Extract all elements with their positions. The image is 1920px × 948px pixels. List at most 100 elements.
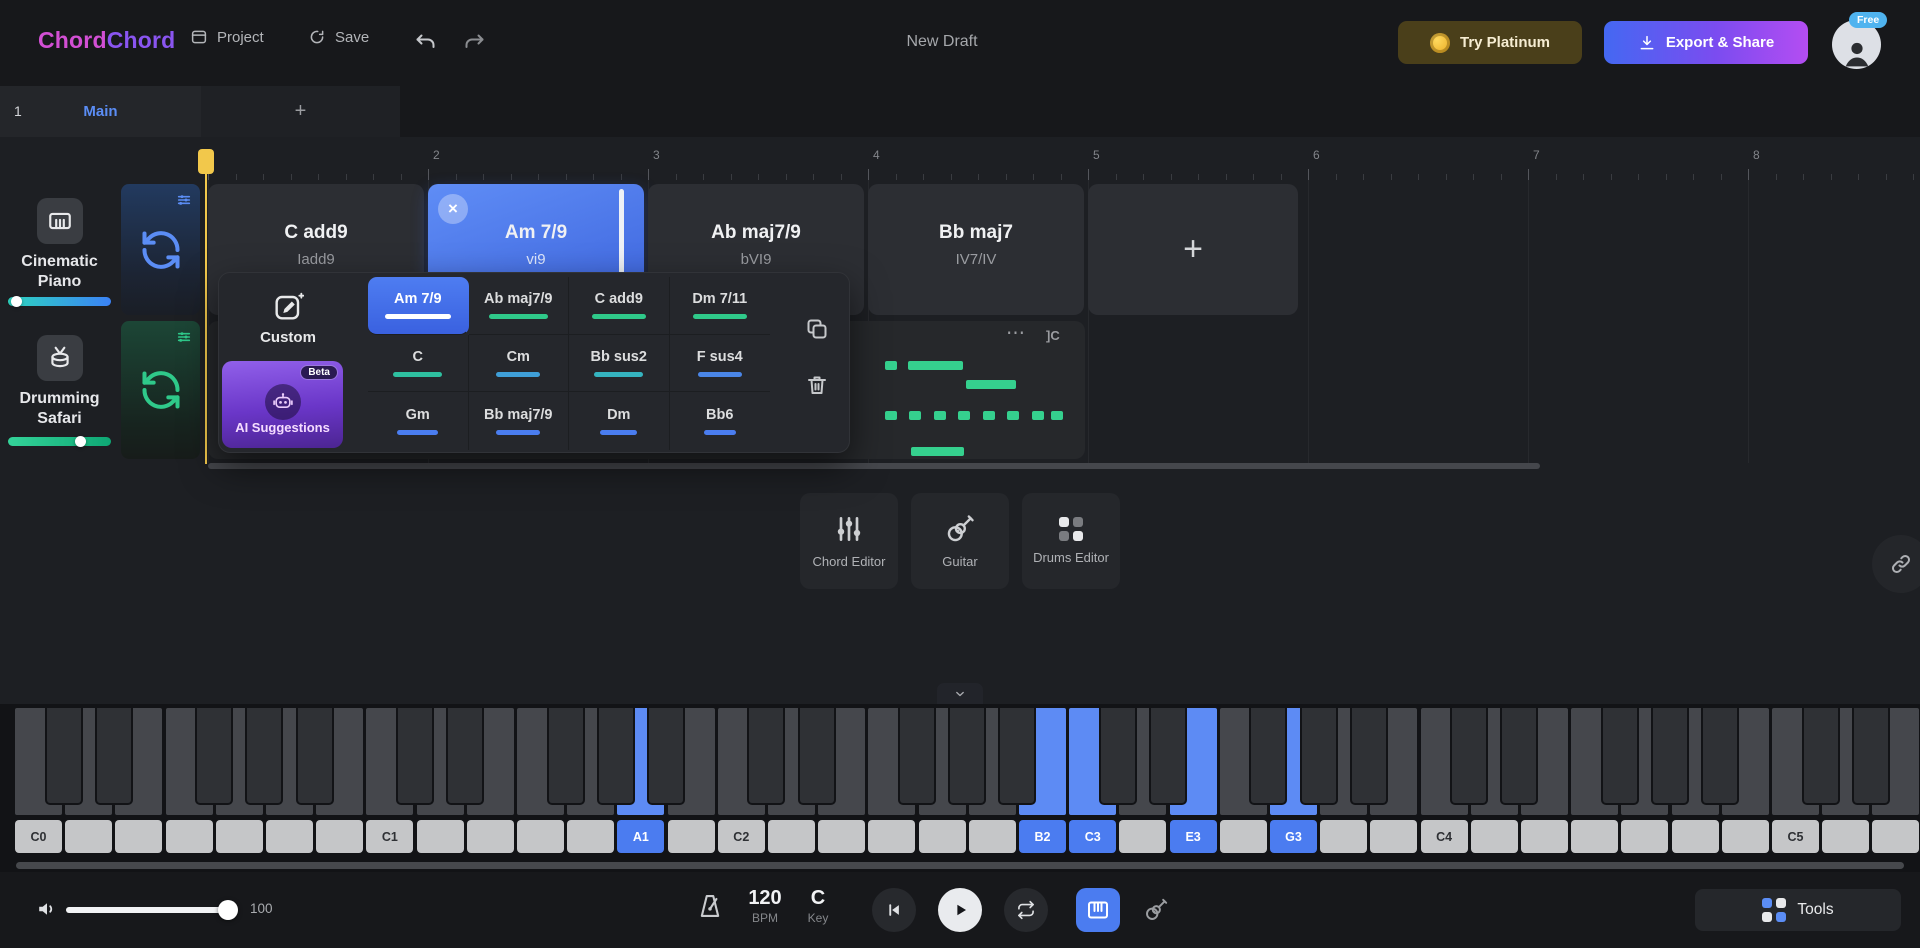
piano-key-A-sharp-3[interactable] <box>1349 708 1388 805</box>
loop-region-icon[interactable]: ]C <box>1046 328 1060 343</box>
share-link-button[interactable] <box>1872 535 1920 593</box>
piano-key-D-sharp-5[interactable] <box>1851 708 1890 805</box>
piano-key-A-sharp-4[interactable] <box>1701 708 1740 805</box>
piano-key-G-sharp-2[interactable] <box>948 708 987 805</box>
skip-to-start-button[interactable] <box>872 888 916 932</box>
drum-note[interactable] <box>908 361 963 370</box>
chord-block-bb-maj7[interactable]: Bb maj7 IV7/IV <box>868 184 1084 315</box>
drum-note[interactable] <box>1051 411 1063 420</box>
repeat-button[interactable] <box>1004 888 1048 932</box>
add-chord-button[interactable]: + <box>1088 184 1298 315</box>
track-cinematic-piano[interactable]: Cinematic Piano <box>0 184 119 315</box>
piano-loop-cell[interactable] <box>121 184 200 315</box>
tab-main[interactable]: 1 Main <box>0 86 201 137</box>
drum-note[interactable] <box>885 361 897 370</box>
drum-note[interactable] <box>909 411 921 420</box>
drums-loop-cell[interactable] <box>121 321 200 459</box>
keyboard-scrollbar[interactable] <box>16 862 1904 869</box>
timeline-ruler[interactable]: 2 3 4 5 6 7 8 <box>0 148 1920 180</box>
project-button[interactable]: Project <box>190 28 264 46</box>
piano-key-C-sharp-1[interactable] <box>396 708 434 805</box>
piano-key-D-sharp-0[interactable] <box>94 708 133 805</box>
export-share-button[interactable]: Export & Share <box>1604 21 1808 64</box>
track-volume-slider[interactable] <box>8 296 111 307</box>
undo-button[interactable] <box>414 29 438 53</box>
timeline-scrollbar[interactable] <box>208 463 1540 469</box>
piano-key-G-sharp-3[interactable] <box>1299 708 1338 805</box>
chord-suggestion-dm[interactable]: Dm <box>569 392 670 450</box>
redo-button[interactable] <box>462 29 486 53</box>
chord-editor-button[interactable]: Chord Editor <box>800 493 898 589</box>
piano-key-D-sharp-2[interactable] <box>797 708 836 805</box>
drum-note[interactable] <box>983 411 995 420</box>
piano-key-D-sharp-4[interactable] <box>1500 708 1539 805</box>
metronome-button[interactable] <box>696 892 724 920</box>
chord-suggestion-cm[interactable]: Cm <box>468 334 569 393</box>
key-control[interactable]: C Key <box>796 887 840 925</box>
playhead[interactable] <box>198 149 214 464</box>
piano-toggle-button[interactable] <box>1076 888 1120 932</box>
drum-note[interactable] <box>934 411 946 420</box>
drum-note[interactable] <box>911 447 964 456</box>
piano-key-C-sharp-5[interactable] <box>1801 708 1840 805</box>
piano-key-G-sharp-0[interactable] <box>245 708 284 805</box>
drum-note[interactable] <box>1032 411 1044 420</box>
playhead-handle[interactable] <box>198 149 214 174</box>
volume-thumb[interactable] <box>75 436 87 447</box>
close-chord-button[interactable]: × <box>438 194 468 224</box>
more-options-icon[interactable]: ⋯ <box>1006 322 1026 345</box>
chord-suggestion-bb-maj7-9[interactable]: Bb maj7/9 <box>469 392 569 450</box>
document-title[interactable]: New Draft <box>906 33 977 51</box>
piano-key-F-sharp-3[interactable] <box>1249 708 1288 805</box>
drum-note[interactable] <box>1007 411 1019 420</box>
piano-key-F-sharp-4[interactable] <box>1600 708 1639 805</box>
track-drumming-safari[interactable]: Drumming Safari <box>0 321 119 459</box>
track-settings-icon[interactable] <box>176 192 192 208</box>
drum-note[interactable] <box>958 411 970 420</box>
chord-suggestion-f-sus4[interactable]: F sus4 <box>669 335 770 393</box>
app-logo[interactable]: ChordChord <box>38 27 175 54</box>
chord-suggestion-bb6[interactable]: Bb6 <box>670 392 771 450</box>
piano-key-G-sharp-1[interactable] <box>596 708 635 805</box>
tools-button[interactable]: Tools <box>1695 889 1901 931</box>
guitar-editor-button[interactable]: Guitar <box>911 493 1009 589</box>
piano-key-C-sharp-0[interactable] <box>44 708 83 805</box>
chord-suggestion-c-add9[interactable]: C add9 <box>569 277 670 335</box>
volume-thumb[interactable] <box>218 900 238 920</box>
try-platinum-button[interactable]: Try Platinum <box>1398 21 1582 64</box>
chord-resize-handle[interactable] <box>619 189 624 274</box>
drums-editor-button[interactable]: Drums Editor <box>1022 493 1120 589</box>
save-button[interactable]: Save <box>308 28 369 46</box>
bpm-control[interactable]: 120 BPM <box>735 887 795 925</box>
chord-suggestion-c[interactable]: C <box>368 334 469 393</box>
piano-key-C-sharp-3[interactable] <box>1098 708 1137 805</box>
track-settings-icon[interactable] <box>176 329 192 345</box>
piano-key-F-sharp-1[interactable] <box>546 708 585 805</box>
piano-key-F-sharp-2[interactable] <box>898 708 936 805</box>
piano-key-C-sharp-2[interactable] <box>747 708 786 805</box>
piano-key-D-sharp-1[interactable] <box>446 708 485 805</box>
piano-key-A-sharp-2[interactable] <box>998 708 1037 805</box>
copy-chord-button[interactable] <box>805 317 829 341</box>
piano-key-F-sharp-0[interactable] <box>195 708 234 805</box>
guitar-toggle-button[interactable] <box>1134 888 1178 932</box>
master-volume-slider[interactable] <box>66 900 238 920</box>
drum-note[interactable] <box>966 380 1016 389</box>
chord-suggestion-bb-sus2[interactable]: Bb sus2 <box>569 334 670 393</box>
custom-chord-button[interactable]: Custom <box>229 278 347 358</box>
chord-suggestion-ab-maj7-9[interactable]: Ab maj7/9 <box>468 277 569 335</box>
drum-note[interactable] <box>885 411 897 420</box>
track-volume-slider[interactable] <box>8 436 111 447</box>
chord-suggestion-am-7-9[interactable]: Am 7/9 <box>368 277 469 335</box>
piano-key-A-sharp-1[interactable] <box>647 708 685 805</box>
collapse-keyboard-button[interactable] <box>937 683 983 704</box>
volume-thumb[interactable] <box>11 296 23 307</box>
piano-key-G-sharp-4[interactable] <box>1651 708 1689 805</box>
speaker-icon[interactable] <box>36 898 58 920</box>
chord-suggestion-gm[interactable]: Gm <box>368 392 469 450</box>
piano-key-C-sharp-4[interactable] <box>1450 708 1489 805</box>
add-section-tab[interactable]: + <box>201 86 400 137</box>
chord-suggestion-dm-7-11[interactable]: Dm 7/11 <box>669 277 770 335</box>
play-button[interactable] <box>938 888 982 932</box>
piano-key-D-sharp-3[interactable] <box>1149 708 1187 805</box>
